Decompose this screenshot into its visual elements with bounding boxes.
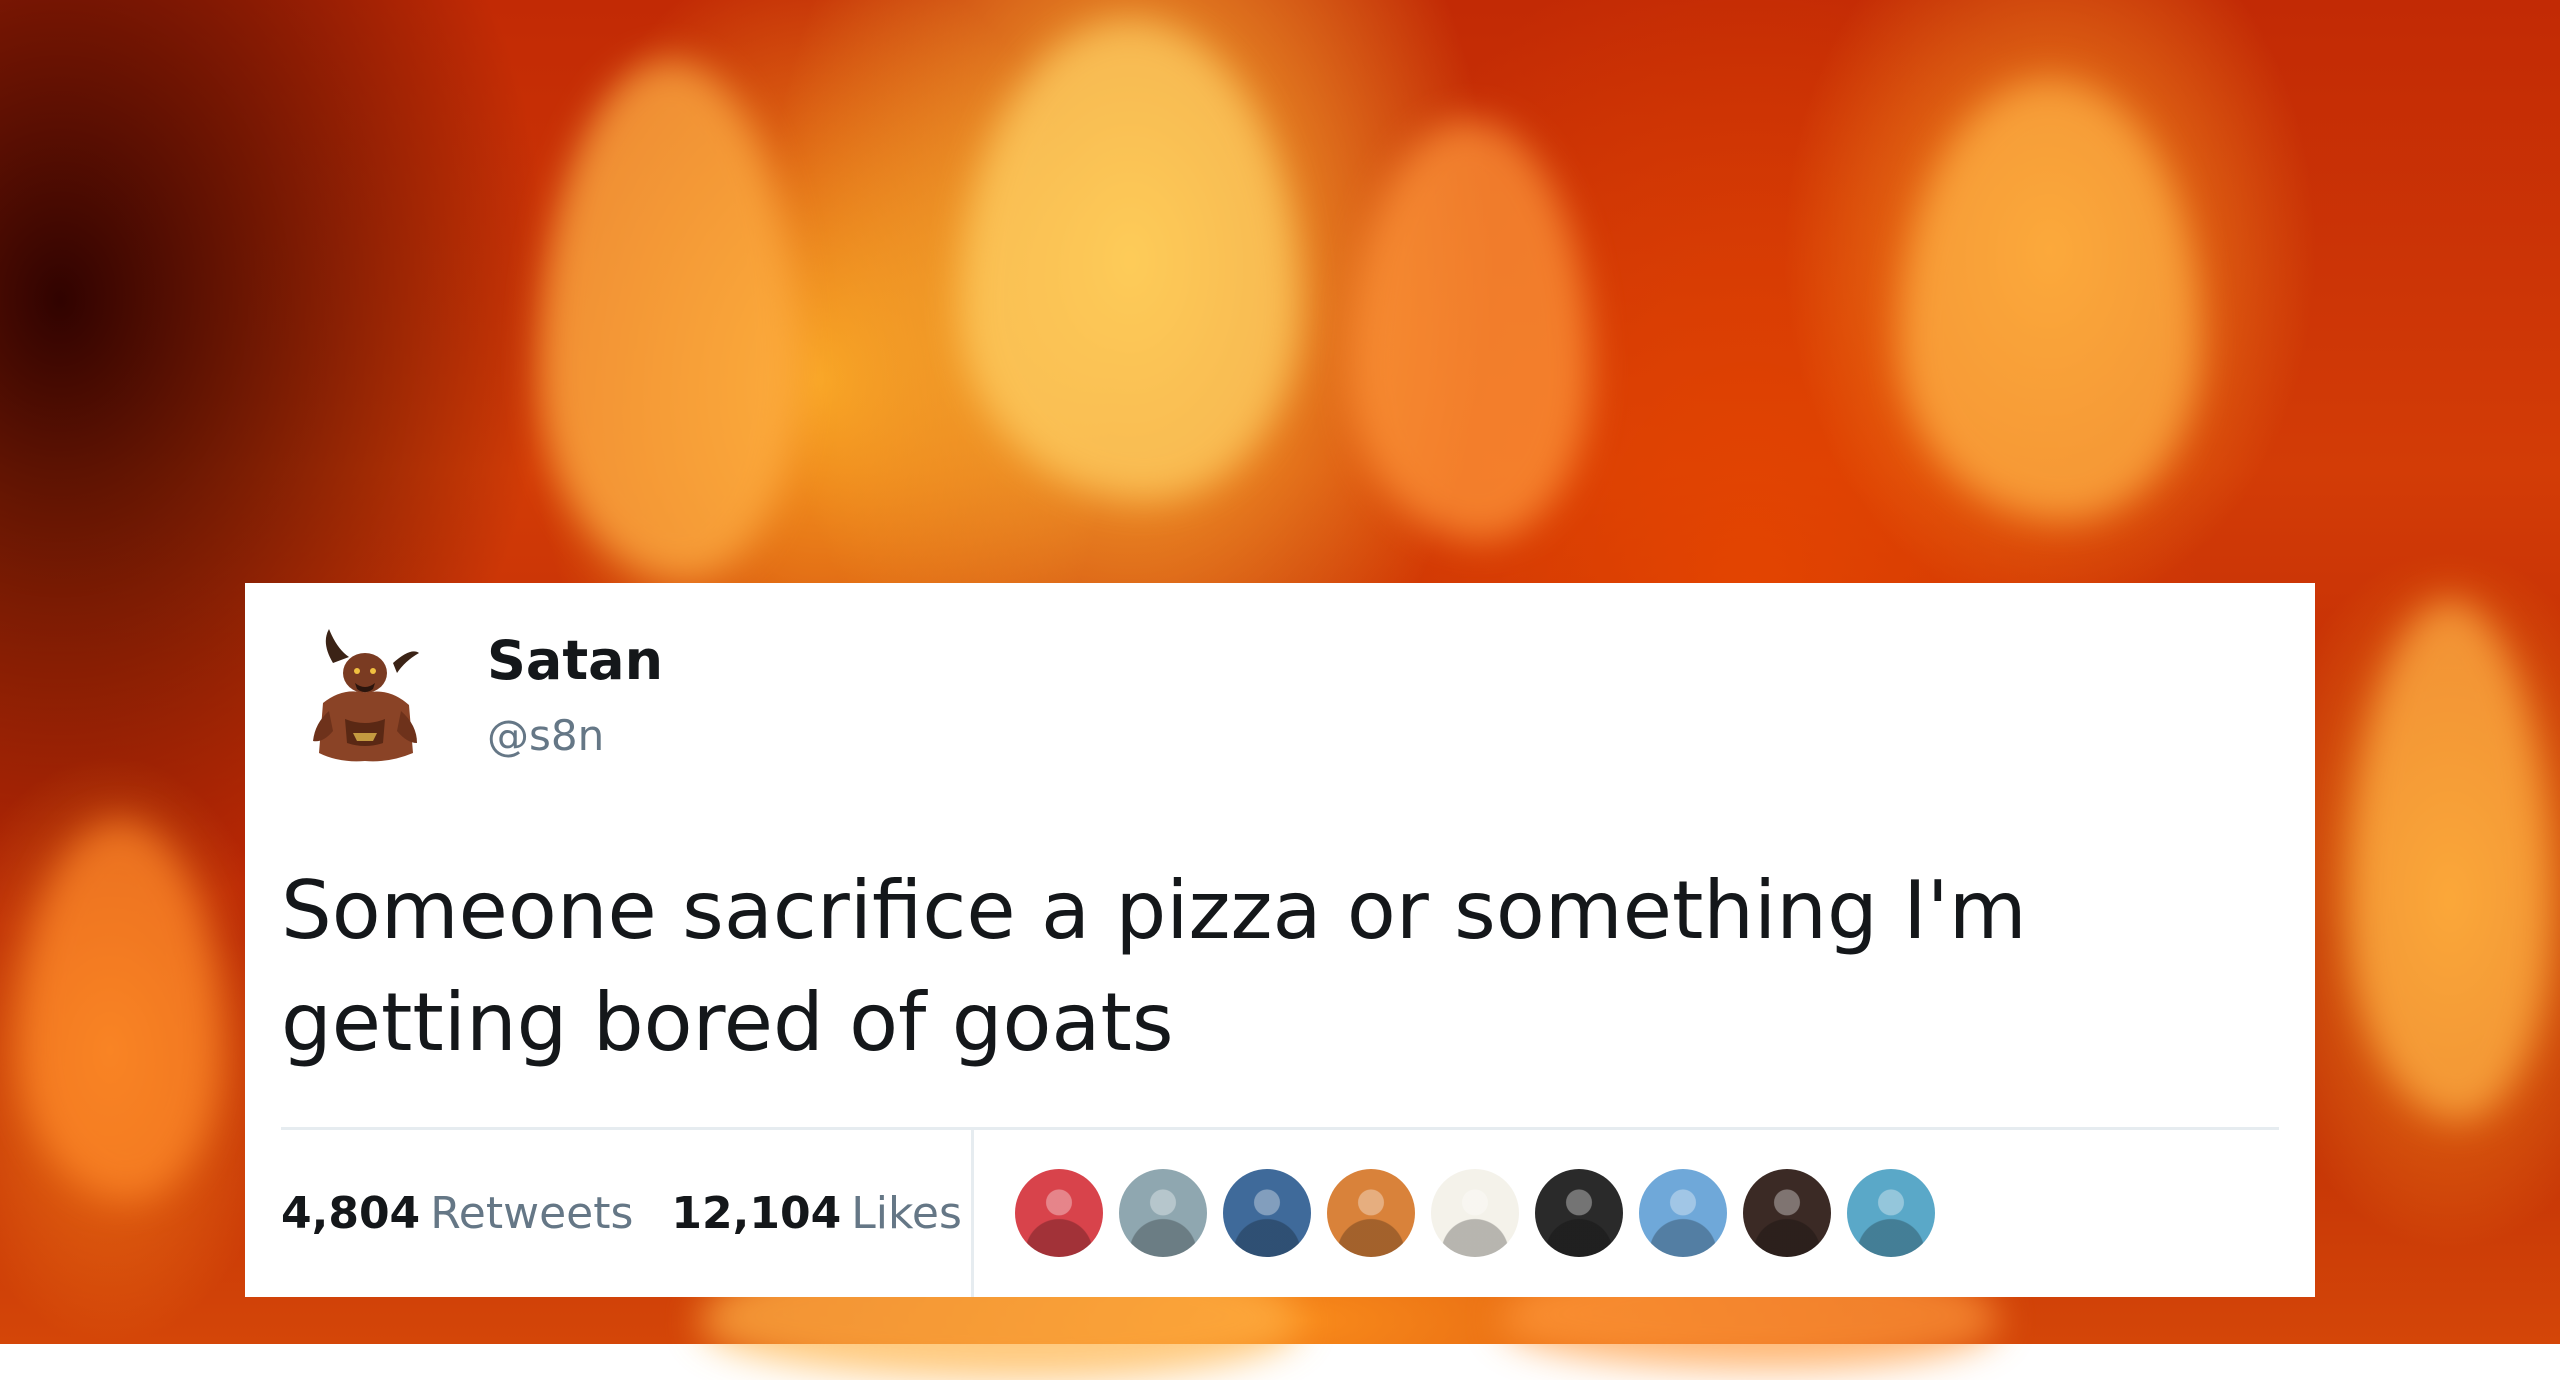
tweet-text: Someone sacrifice a pizza or something I… bbox=[281, 864, 2027, 1069]
retweets-count: 4,804 bbox=[281, 1188, 421, 1239]
retweets-label: Retweets bbox=[430, 1188, 634, 1239]
flame-shape bbox=[1900, 80, 2200, 520]
liker-avatar-3[interactable] bbox=[1223, 1169, 1311, 1257]
author-handle[interactable]: @s8n bbox=[487, 711, 604, 761]
liker-avatar-9[interactable] bbox=[1847, 1169, 1935, 1257]
flame-shape bbox=[2350, 600, 2550, 1120]
flame-shape bbox=[960, 20, 1300, 500]
liker-avatar-7[interactable] bbox=[1639, 1169, 1727, 1257]
retweets-stat[interactable]: 4,804 Retweets bbox=[281, 1188, 633, 1239]
author-avatar[interactable] bbox=[293, 623, 433, 763]
liker-avatars bbox=[1015, 1168, 1951, 1258]
liker-avatar-2[interactable] bbox=[1119, 1169, 1207, 1257]
stats-divider bbox=[971, 1130, 974, 1297]
liker-avatar-8[interactable] bbox=[1743, 1169, 1831, 1257]
author-name[interactable]: Satan bbox=[487, 629, 663, 693]
tweet-stats: 4,804 Retweets 12,104 Likes bbox=[281, 1130, 1000, 1297]
likes-count: 12,104 bbox=[671, 1188, 842, 1239]
flame-shape bbox=[20, 820, 220, 1200]
likes-label: Likes bbox=[851, 1188, 962, 1239]
tweet-card: Satan @s8n Someone sacrifice a pizza or … bbox=[245, 583, 2315, 1297]
flame-shape bbox=[1350, 120, 1590, 540]
liker-avatar-1[interactable] bbox=[1015, 1169, 1103, 1257]
liker-avatar-5[interactable] bbox=[1431, 1169, 1519, 1257]
likes-stat[interactable]: 12,104 Likes bbox=[671, 1188, 961, 1239]
liker-avatar-4[interactable] bbox=[1327, 1169, 1415, 1257]
liker-avatar-6[interactable] bbox=[1535, 1169, 1623, 1257]
flame-shape bbox=[540, 60, 800, 580]
demon-figure-icon bbox=[313, 629, 419, 762]
